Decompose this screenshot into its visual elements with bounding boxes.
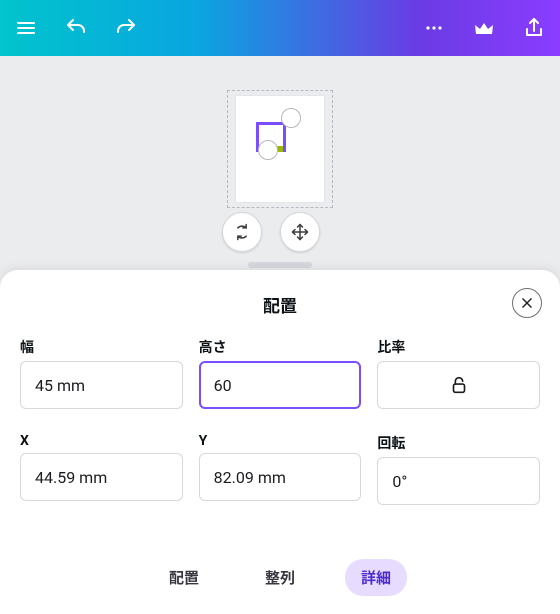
y-value: 82.09 mm [214, 468, 286, 487]
width-label: 幅 [20, 337, 183, 357]
share-icon[interactable] [522, 16, 546, 40]
x-value: 44.59 mm [35, 468, 107, 487]
y-label: Y [199, 433, 362, 449]
resize-handle[interactable] [258, 140, 278, 160]
undo-icon[interactable] [64, 16, 88, 40]
tab-position[interactable]: 配置 [153, 559, 215, 596]
ratio-lock-button[interactable] [377, 361, 540, 409]
menu-icon[interactable] [14, 16, 38, 40]
sheet-grabber[interactable] [248, 262, 312, 268]
redo-icon[interactable] [114, 16, 138, 40]
rotation-input[interactable]: 0° [377, 457, 540, 505]
width-input[interactable]: 45 mm [20, 361, 183, 409]
canvas-stage[interactable] [0, 56, 560, 270]
design-page[interactable] [236, 96, 324, 202]
cycle-button[interactable] [222, 212, 262, 252]
more-icon[interactable] [422, 16, 446, 40]
sheet-tabs: 配置 整列 詳細 [20, 545, 540, 614]
close-button[interactable] [512, 288, 542, 318]
position-sheet: 配置 幅 45 mm 高さ 60 比率 X 44.59 mm [0, 270, 560, 614]
crown-icon[interactable] [472, 16, 496, 40]
tab-align[interactable]: 整列 [249, 559, 311, 596]
y-input[interactable]: 82.09 mm [199, 453, 362, 501]
rotation-value: 0° [392, 472, 407, 491]
height-value: 60 [214, 376, 232, 395]
top-toolbar [0, 0, 560, 56]
x-input[interactable]: 44.59 mm [20, 453, 183, 501]
move-button[interactable] [280, 212, 320, 252]
height-label: 高さ [199, 337, 362, 357]
width-value: 45 mm [35, 376, 85, 395]
ratio-label: 比率 [377, 337, 540, 357]
tab-detail[interactable]: 詳細 [345, 559, 407, 596]
resize-handle[interactable] [281, 108, 301, 128]
rotation-label: 回転 [377, 433, 540, 453]
x-label: X [20, 433, 183, 449]
unlock-icon [448, 374, 470, 396]
sheet-title: 配置 [20, 292, 540, 317]
canvas-tools [222, 212, 320, 252]
height-input[interactable]: 60 [199, 361, 362, 409]
